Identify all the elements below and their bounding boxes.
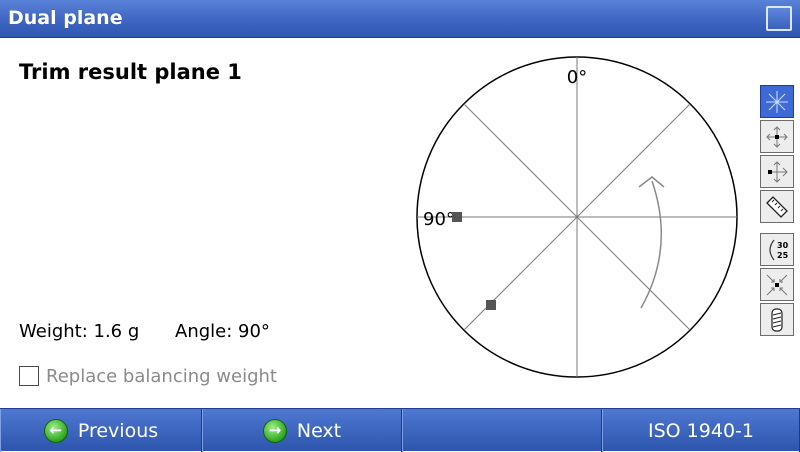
replace-weight-checkbox[interactable] [19, 366, 39, 386]
page-title: Trim result plane 1 [19, 60, 242, 84]
next-label: Next [296, 419, 342, 442]
arrow-right-icon: → [262, 418, 287, 443]
iso-standard-button[interactable]: ISO 1940-1 [602, 409, 800, 452]
previous-label: Previous [77, 419, 159, 442]
main-content: Trim result plane 1 Weight: 1.6 g Angle:… [0, 38, 800, 408]
balance-weight-marker-90[interactable] [452, 212, 462, 222]
polar-plot[interactable]: 0° 90° [405, 48, 750, 393]
window-title: Dual plane [8, 7, 123, 29]
toolbar-separator [760, 225, 796, 233]
balance-weight-marker-135[interactable] [486, 300, 496, 310]
rpm-value-bottom: 25 [777, 251, 789, 260]
polar-lines-icon[interactable] [760, 85, 794, 118]
previous-button[interactable]: ← Previous [0, 409, 202, 452]
rpm-values-icon[interactable]: 30 25 [760, 233, 794, 266]
ruler-icon[interactable] [760, 190, 794, 223]
screw-weight-icon[interactable] [760, 303, 794, 336]
trim-result-values: Weight: 1.6 g Angle: 90° [19, 321, 270, 342]
replace-weight-option[interactable]: Replace balancing weight [19, 364, 277, 388]
move-all-icon[interactable] [760, 120, 794, 153]
angle-value: Angle: 90° [175, 321, 270, 342]
compress-center-icon[interactable] [760, 268, 794, 301]
label-90-degrees: 90° [423, 209, 455, 230]
bottom-navigation-bar: ← Previous → Next ISO 1940-1 [0, 408, 800, 452]
title-bar: Dual plane [0, 0, 800, 38]
iso-standard-label: ISO 1940-1 [648, 419, 754, 442]
replace-weight-label: Replace balancing weight [46, 365, 277, 387]
next-button[interactable]: → Next [202, 409, 402, 452]
weight-value: Weight: 1.6 g [19, 321, 140, 342]
right-toolbar: 30 25 [760, 85, 796, 338]
empty-softkey[interactable] [402, 409, 602, 452]
label-0-degrees: 0° [567, 67, 587, 88]
window-control-icon[interactable] [766, 6, 792, 31]
arrow-left-icon: ← [43, 418, 68, 443]
move-right-icon[interactable] [760, 155, 794, 188]
rpm-value-top: 30 [777, 241, 789, 250]
